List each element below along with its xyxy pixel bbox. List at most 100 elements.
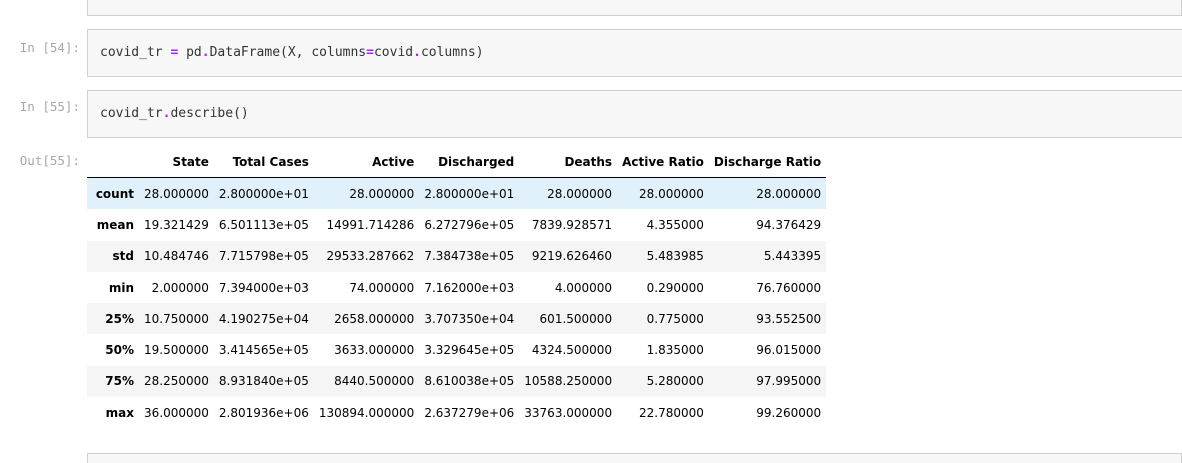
table-row: std 10.484746 7.715798e+05 29533.287662 … xyxy=(87,240,827,272)
table-cell: 28.000000 xyxy=(349,186,415,201)
table-cell: 601.500000 xyxy=(539,311,613,326)
next-code-cell[interactable] xyxy=(87,453,1182,463)
output-prompt-55: Out[55]: xyxy=(19,153,80,168)
table-row: 25% 10.750000 4.190275e+04 2658.000000 3… xyxy=(87,303,827,335)
table-cell: 6.501113e+05 xyxy=(218,217,309,232)
table-cell: 4.355000 xyxy=(646,217,704,232)
table-cell: 1.835000 xyxy=(646,343,704,358)
code-token: covid_tr xyxy=(100,106,163,121)
table-cell: 7.162000e+03 xyxy=(424,280,515,295)
table-cell: 28.000000 xyxy=(756,186,822,201)
code-operator: . xyxy=(201,45,210,60)
table-cell: 7839.928571 xyxy=(531,217,613,232)
table-cell: 5.483985 xyxy=(646,249,704,264)
table-cell: 96.015000 xyxy=(756,343,822,358)
code-token: pd xyxy=(178,45,202,60)
column-header: Discharge Ratio xyxy=(708,146,827,178)
row-index-label: 25% xyxy=(105,311,134,326)
code-cell-54[interactable]: covid_tr = pd.DataFrame(X, columns=covid… xyxy=(87,29,1182,77)
column-header: Active Ratio xyxy=(617,146,709,178)
table-cell: 28.000000 xyxy=(144,186,209,201)
code-token: covid xyxy=(373,45,414,60)
table-cell: 36.000000 xyxy=(144,405,209,420)
table-cell: 94.376429 xyxy=(756,217,822,232)
code-operator: = xyxy=(366,45,374,60)
code-token: covid_tr xyxy=(100,45,171,60)
table-cell: 3.329645e+05 xyxy=(424,343,515,358)
table-cell: 19.321429 xyxy=(144,217,209,232)
table-cell: 8.931840e+05 xyxy=(218,374,309,389)
table-cell: 76.760000 xyxy=(756,280,822,295)
index-header xyxy=(87,146,139,178)
column-header: State xyxy=(139,146,214,178)
column-header: Active xyxy=(313,146,420,178)
table-cell: 29533.287662 xyxy=(326,249,415,264)
table-cell: 28.250000 xyxy=(144,374,209,389)
table-cell: 74.000000 xyxy=(349,280,415,295)
table-cell: 2.000000 xyxy=(151,280,209,295)
code-token: columns) xyxy=(420,45,484,60)
code-token: describe() xyxy=(170,106,249,121)
table-row: count 28.000000 2.800000e+01 28.000000 2… xyxy=(87,177,827,210)
table-cell: 4.000000 xyxy=(554,280,613,295)
row-index-label: min xyxy=(108,280,134,295)
table-cell: 99.260000 xyxy=(756,405,822,420)
code-line[interactable]: covid_tr = pd.DataFrame(X, columns=covid… xyxy=(100,45,484,60)
table-header-row: State Total Cases Active Discharged Deat… xyxy=(87,146,827,178)
code-line[interactable]: covid_tr.describe() xyxy=(100,106,249,121)
table-cell: 10.750000 xyxy=(144,311,209,326)
table-row: min 2.000000 7.394000e+03 74.000000 7.16… xyxy=(87,271,827,304)
column-header: Discharged xyxy=(419,146,520,178)
previous-cell-output xyxy=(87,0,1182,16)
column-header: Total Cases xyxy=(213,146,314,178)
row-index-label: 75% xyxy=(105,374,134,389)
table-cell: 14991.714286 xyxy=(326,217,415,232)
table-cell: 0.775000 xyxy=(646,311,704,326)
table-cell: 130894.000000 xyxy=(318,405,415,420)
table-cell: 93.552500 xyxy=(756,311,822,326)
table-row: 75% 28.250000 8.931840e+05 8440.500000 8… xyxy=(87,365,827,398)
table-cell: 3.707350e+04 xyxy=(424,311,515,326)
table-cell: 7.394000e+03 xyxy=(218,280,309,295)
column-header: Deaths xyxy=(519,146,618,178)
table-cell: 2.637279e+06 xyxy=(424,405,515,420)
table-cell: 7.384738e+05 xyxy=(424,249,515,264)
table-cell: 8.610038e+05 xyxy=(424,374,515,389)
row-index-label: count xyxy=(95,186,134,201)
table-cell: 6.272796e+05 xyxy=(424,217,515,232)
table-cell: 5.280000 xyxy=(646,374,704,389)
row-index-label: std xyxy=(112,249,134,264)
table-cell: 5.443395 xyxy=(763,249,822,264)
table-row: mean 19.321429 6.501113e+05 14991.714286… xyxy=(87,209,827,241)
table-cell: 2.801936e+06 xyxy=(218,405,309,420)
table-cell: 0.290000 xyxy=(646,280,704,295)
code-token: DataFrame(X, columns xyxy=(209,45,367,60)
table-cell: 28.000000 xyxy=(639,186,704,201)
input-prompt-54: In [54]: xyxy=(19,40,80,55)
code-operator: . xyxy=(413,45,421,60)
table-cell: 3.414565e+05 xyxy=(218,343,309,358)
table-cell: 97.995000 xyxy=(756,374,822,389)
table-cell: 4.190275e+04 xyxy=(218,311,309,326)
code-cell-55[interactable]: covid_tr.describe() xyxy=(87,90,1182,138)
table-cell: 9219.626460 xyxy=(531,249,613,264)
table-row: 50% 19.500000 3.414565e+05 3633.000000 3… xyxy=(87,334,827,366)
table-cell: 10588.250000 xyxy=(524,374,613,389)
table-cell: 2.800000e+01 xyxy=(218,186,309,201)
table-cell: 10.484746 xyxy=(144,249,209,264)
input-prompt-55: In [55]: xyxy=(19,99,80,114)
row-index-label: mean xyxy=(96,217,134,232)
table-cell: 3633.000000 xyxy=(334,343,415,358)
table-cell: 33763.000000 xyxy=(524,405,613,420)
table-cell: 19.500000 xyxy=(144,343,209,358)
table-cell: 2.800000e+01 xyxy=(424,186,515,201)
table-cell: 4324.500000 xyxy=(531,343,613,358)
row-index-label: 50% xyxy=(105,343,134,358)
table-cell: 22.780000 xyxy=(639,405,704,420)
table-cell: 2658.000000 xyxy=(334,311,415,326)
describe-table: State Total Cases Active Discharged Deat… xyxy=(87,146,827,429)
table-row: max 36.000000 2.801936e+06 130894.000000… xyxy=(87,397,827,429)
table-cell: 8440.500000 xyxy=(334,374,415,389)
row-index-label: max xyxy=(105,405,134,420)
table-cell: 28.000000 xyxy=(547,186,613,201)
